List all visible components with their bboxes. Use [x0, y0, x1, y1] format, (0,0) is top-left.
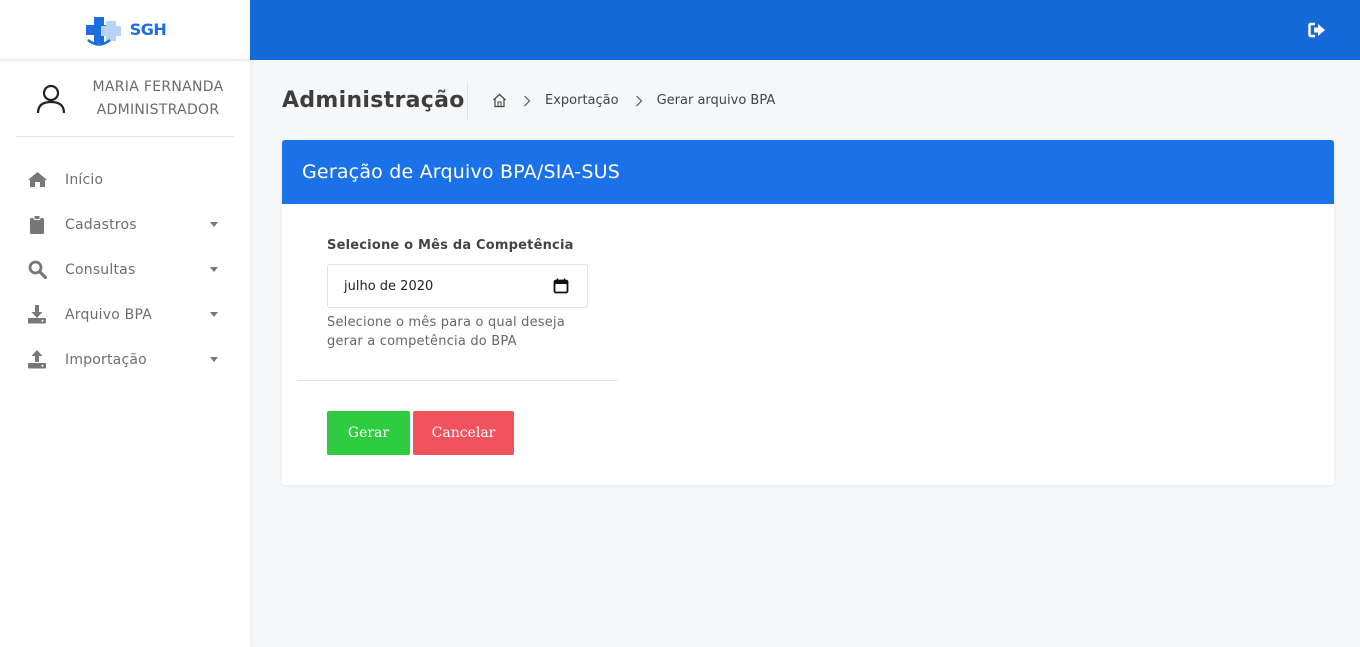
- sidebar-item-label: Início: [65, 171, 104, 188]
- user-icon: [36, 84, 66, 114]
- home-icon[interactable]: [492, 93, 507, 108]
- calendar-icon[interactable]: [553, 278, 569, 294]
- divider: [297, 380, 618, 381]
- sidebar-nav: Início Cadastros Consultas Arquivo BPA I…: [0, 157, 250, 382]
- search-icon: [26, 260, 48, 280]
- logo[interactable]: SGH: [84, 13, 167, 47]
- chevron-right-icon: [524, 95, 531, 106]
- sidebar-item-consultas[interactable]: Consultas: [0, 247, 250, 292]
- chevron-down-icon: [210, 312, 218, 317]
- chevron-down-icon: [210, 267, 218, 272]
- download-icon: [26, 305, 48, 325]
- cancelar-button[interactable]: Cancelar: [413, 411, 514, 455]
- clipboard-icon: [26, 215, 48, 235]
- logo-text: SGH: [129, 20, 167, 39]
- card-header: Geração de Arquivo BPA/SIA-SUS: [282, 140, 1334, 204]
- breadcrumb-current: Gerar arquivo BPA: [656, 93, 776, 108]
- top-bar: [250, 0, 1360, 60]
- competencia-month-value: julho de 2020: [344, 278, 434, 294]
- chevron-right-icon: [635, 95, 642, 106]
- breadcrumb-exportacao[interactable]: Exportação: [545, 93, 619, 108]
- page-title: Administração: [282, 88, 465, 113]
- user-profile: MARIA FERNANDA ADMINISTRADOR: [16, 76, 234, 137]
- upload-icon: [26, 350, 48, 370]
- sidebar-item-cadastros[interactable]: Cadastros: [0, 202, 250, 247]
- sidebar-item-label: Cadastros: [65, 216, 137, 233]
- chevron-down-icon: [210, 357, 218, 362]
- logout-icon[interactable]: [1308, 21, 1326, 39]
- logo-cross-icon: [85, 16, 121, 46]
- bpa-generation-card: Geração de Arquivo BPA/SIA-SUS Selecione…: [282, 140, 1334, 485]
- sidebar-item-label: Arquivo BPA: [65, 306, 152, 323]
- home-icon: [26, 170, 48, 190]
- card-title: Geração de Arquivo BPA/SIA-SUS: [302, 161, 620, 183]
- competencia-label: Selecione o Mês da Competência: [327, 238, 574, 253]
- sidebar-item-label: Importação: [65, 351, 147, 368]
- competencia-help-text: Selecione o mês para o qual deseja gerar…: [327, 315, 565, 349]
- sidebar-item-arquivo-bpa[interactable]: Arquivo BPA: [0, 292, 250, 337]
- chevron-down-icon: [210, 222, 218, 227]
- user-name: MARIA FERNANDA: [92, 79, 224, 95]
- sidebar: SGH MARIA FERNANDA ADMINISTRADOR Início …: [0, 0, 250, 647]
- sidebar-item-importacao[interactable]: Importação: [0, 337, 250, 382]
- gerar-button[interactable]: Gerar: [327, 411, 410, 455]
- user-role: ADMINISTRADOR: [96, 102, 220, 118]
- logo-bar: SGH: [0, 0, 250, 60]
- competencia-month-input[interactable]: julho de 2020: [327, 264, 588, 308]
- breadcrumb: Exportação Gerar arquivo BPA: [492, 93, 775, 108]
- user-info: MARIA FERNANDA ADMINISTRADOR: [82, 76, 234, 122]
- sidebar-item-inicio[interactable]: Início: [0, 157, 250, 202]
- sidebar-item-label: Consultas: [65, 261, 136, 278]
- title-divider: [467, 83, 468, 121]
